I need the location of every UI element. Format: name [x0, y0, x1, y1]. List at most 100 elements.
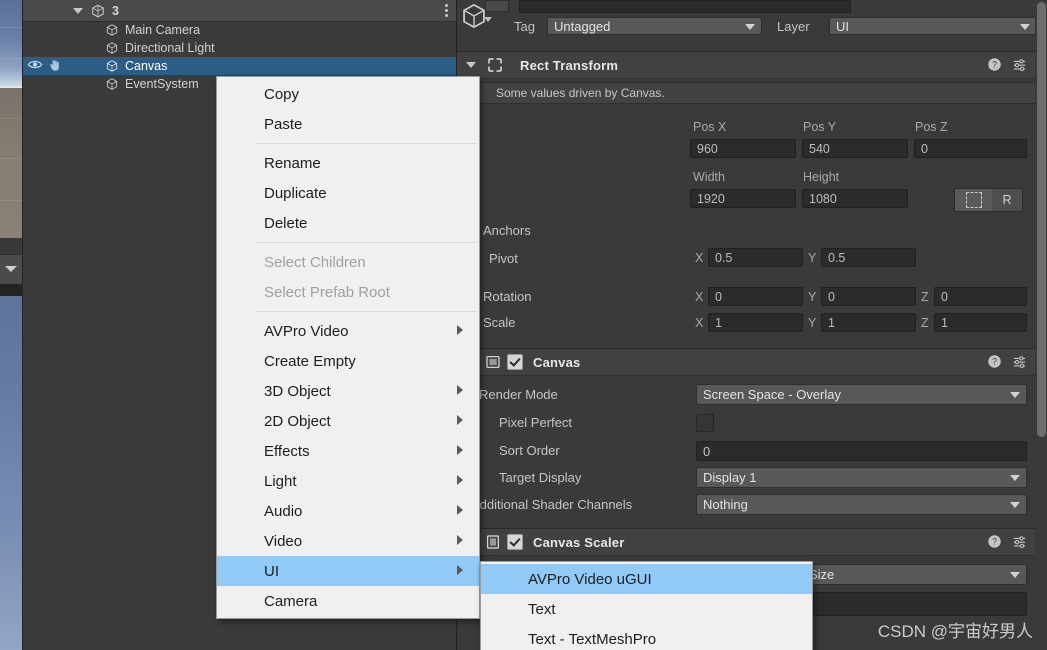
context-menu-item-label: Duplicate — [264, 184, 327, 202]
rotation-z-field[interactable]: 0 — [934, 287, 1027, 306]
inspector-scrollbar[interactable] — [1035, 0, 1047, 650]
shader-channels-dropdown[interactable]: Nothing — [696, 494, 1027, 515]
scale-x-field[interactable]: 1 — [708, 313, 803, 332]
submenu-item-text-textmeshpro[interactable]: Text - TextMeshPro — [481, 624, 812, 650]
hierarchy-item-canvas[interactable]: Canvas — [23, 57, 457, 75]
eye-icon[interactable] — [27, 58, 43, 74]
pos-z-field[interactable]: 0 — [914, 139, 1027, 158]
canvas-component-icon — [485, 354, 501, 370]
scale-y-field[interactable]: 1 — [821, 313, 916, 332]
layer-dropdown[interactable]: UI — [829, 17, 1037, 35]
pixel-perfect-checkbox[interactable] — [696, 414, 714, 432]
context-menu-item-label: 3D Object — [264, 382, 331, 400]
scale-x-axis-label: X — [695, 316, 704, 330]
preset-settings-icon[interactable] — [1012, 57, 1027, 72]
hand-picking-icon[interactable] — [47, 58, 62, 75]
context-menu-item-avpro-video[interactable]: AVPro Video — [217, 316, 479, 346]
context-menu-item-effects[interactable]: Effects — [217, 436, 479, 466]
context-menu-item-2d-object[interactable]: 2D Object — [217, 406, 479, 436]
layer-value: UI — [836, 18, 849, 34]
svg-text:?: ? — [992, 537, 997, 547]
height-value: 1080 — [809, 191, 837, 206]
context-menu-item-label: Camera — [264, 592, 318, 610]
scene-sky — [0, 0, 22, 88]
scale-z-field[interactable]: 1 — [934, 313, 1027, 332]
watermark-text: CSDN @宇宙好男人 — [877, 622, 1033, 641]
render-mode-dropdown[interactable]: Screen Space - Overlay — [696, 384, 1027, 405]
scene-view-sliver[interactable] — [0, 0, 22, 650]
help-icon[interactable]: ? — [987, 354, 1002, 369]
chevron-down-icon — [1010, 475, 1020, 481]
pos-x-field[interactable]: 960 — [690, 139, 796, 158]
context-menu-item-ui[interactable]: UI — [217, 556, 479, 586]
chevron-down-icon[interactable] — [466, 62, 476, 68]
scene-ground — [0, 88, 22, 238]
context-menu-item-video[interactable]: Video — [217, 526, 479, 556]
width-field[interactable]: 1920 — [690, 189, 796, 208]
hierarchy-item-directional-light[interactable]: Directional Light — [23, 39, 457, 57]
canvas-scaler-enabled-checkbox[interactable] — [507, 534, 523, 550]
rotation-x-field[interactable]: 0 — [708, 287, 803, 306]
submenu-item-avpro-video-ugui[interactable]: AVPro Video uGUI — [481, 564, 812, 594]
context-menu-item-light[interactable]: Light — [217, 466, 479, 496]
context-menu-item-duplicate[interactable]: Duplicate — [217, 178, 479, 208]
canvas-scaler-header[interactable]: Canvas Scaler ? — [457, 528, 1047, 556]
anchor-preset-button[interactable] — [954, 188, 994, 212]
height-label: Height — [803, 170, 840, 184]
context-menu-item-rename[interactable]: Rename — [217, 148, 479, 178]
width-value: 1920 — [697, 191, 725, 206]
canvas-component-title: Canvas — [533, 354, 581, 370]
sort-order-field[interactable]: 0 — [696, 441, 1027, 461]
context-menu-separator — [255, 143, 477, 144]
help-icon[interactable]: ? — [987, 534, 1002, 549]
chevron-down-icon[interactable] — [73, 7, 83, 14]
component-header-icons: ? — [987, 534, 1040, 549]
gameobject-cube-icon — [105, 59, 119, 73]
pos-y-label: Pos Y — [803, 120, 837, 134]
pivot-y-value: 0.5 — [828, 250, 846, 265]
chevron-down-icon — [1010, 392, 1020, 398]
context-menu-item-audio[interactable]: Audio — [217, 496, 479, 526]
canvas-enabled-checkbox[interactable] — [507, 354, 523, 370]
pivot-label: Pivot — [489, 251, 518, 266]
canvas-component-header[interactable]: Canvas ? — [457, 348, 1047, 376]
help-icon[interactable]: ? — [987, 57, 1002, 72]
preset-settings-icon[interactable] — [1012, 354, 1027, 369]
inspector-scrollbar-thumb[interactable] — [1037, 2, 1046, 437]
hierarchy-item-main-camera[interactable]: Main Camera — [23, 21, 457, 39]
pivot-x-field[interactable]: 0.5 — [708, 248, 803, 267]
context-menu-item-delete[interactable]: Delete — [217, 208, 479, 238]
context-menu-separator — [255, 311, 477, 312]
context-menu-item-3d-object[interactable]: 3D Object — [217, 376, 479, 406]
submenu-item-label: Text — [528, 600, 556, 618]
hierarchy-item-label: Directional Light — [125, 41, 215, 55]
hierarchy-scene-header[interactable]: 3 — [23, 0, 457, 22]
visibility-toggles[interactable] — [27, 57, 62, 75]
blueprint-r-button[interactable]: R — [992, 188, 1023, 212]
rotation-y-field[interactable]: 0 — [821, 287, 916, 306]
height-field[interactable]: 1080 — [802, 189, 908, 208]
context-menu-item-copy[interactable]: Copy — [217, 79, 479, 109]
gameobject-active-checkbox[interactable] — [485, 0, 509, 12]
preset-settings-icon[interactable] — [1012, 534, 1027, 549]
kebab-menu-icon[interactable] — [445, 4, 448, 17]
scale-y-axis-label: Y — [808, 316, 817, 330]
context-menu-item-camera[interactable]: Camera — [217, 586, 479, 616]
chevron-down-icon — [1010, 572, 1020, 578]
gameobject-cube-icon — [105, 23, 119, 37]
target-display-dropdown[interactable]: Display 1 — [696, 467, 1027, 488]
gameobject-name-field[interactable] — [519, 0, 851, 13]
scale-z-axis-label: Z — [921, 316, 929, 330]
context-menu-item-create-empty[interactable]: Create Empty — [217, 346, 479, 376]
pivot-x-value: 0.5 — [715, 250, 733, 265]
pos-y-field[interactable]: 540 — [802, 139, 908, 158]
context-menu-item-paste[interactable]: Paste — [217, 109, 479, 139]
pivot-y-field[interactable]: 0.5 — [821, 248, 916, 267]
pixel-perfect-label: Pixel Perfect — [499, 415, 572, 430]
hierarchy-item-label: Canvas — [125, 59, 168, 73]
tag-dropdown[interactable]: Untagged — [547, 17, 762, 35]
submenu-item-text[interactable]: Text — [481, 594, 812, 624]
context-menu-item-select-children: Select Children — [217, 247, 479, 277]
rect-transform-header[interactable]: Rect Transform ? — [457, 51, 1047, 79]
pivot-y-axis-label: Y — [808, 251, 817, 265]
